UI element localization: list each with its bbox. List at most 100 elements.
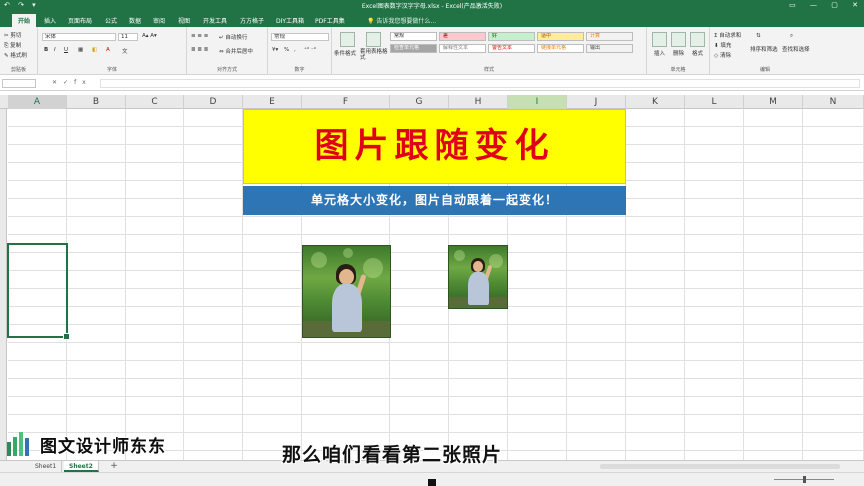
find-select-label[interactable]: 查找和选择 — [782, 45, 810, 53]
fill-color-icon[interactable]: ◧ — [92, 47, 97, 53]
banner-title[interactable]: 图片跟随变化 — [243, 109, 626, 184]
tab-view[interactable]: 视图 — [178, 16, 190, 25]
tell-me-label: 告诉我您想要做什么... — [376, 18, 437, 25]
minimize-button[interactable]: — — [810, 1, 817, 9]
currency-icon[interactable]: ¥▾ — [272, 47, 278, 53]
column-header-e[interactable]: E — [243, 95, 302, 109]
delete-cells-icon[interactable] — [671, 32, 686, 47]
tab-diy-toolbox[interactable]: DIY工具箱 — [276, 16, 304, 25]
grow-font-icon[interactable]: A▴ A▾ — [142, 33, 157, 39]
cell-style-option[interactable]: 输出 — [586, 44, 633, 53]
column-header-n[interactable]: N — [803, 95, 864, 109]
insert-cells-icon[interactable] — [652, 32, 667, 47]
comma-button[interactable]: , — [294, 47, 296, 53]
autosum-button[interactable]: Σ 自动求和 — [714, 31, 741, 39]
photo-large[interactable] — [302, 245, 391, 338]
align-top-icon[interactable]: ≡ ≡ ≡ — [191, 33, 208, 39]
italic-button[interactable]: I — [54, 47, 56, 53]
cell-style-option[interactable]: 警告文本 — [488, 44, 535, 53]
insert-cells-label[interactable]: 插入 — [654, 49, 665, 57]
cancel-icon[interactable]: ✕ — [52, 79, 63, 86]
font-name-select[interactable]: 宋体 — [42, 33, 116, 41]
column-header-j[interactable]: J — [567, 95, 626, 109]
formula-input[interactable] — [100, 79, 860, 88]
merge-center-button[interactable]: ⇔ 合并后居中 — [219, 47, 253, 55]
find-select-icon[interactable]: ⌕ — [790, 33, 793, 40]
column-header-b[interactable]: B — [67, 95, 126, 109]
format-as-table-icon[interactable] — [366, 32, 381, 47]
enter-icon[interactable]: ✓ — [63, 79, 74, 86]
format-cells-icon[interactable] — [690, 32, 705, 47]
cell-style-option[interactable]: 检查单元格 — [390, 44, 437, 53]
percent-button[interactable]: % — [284, 47, 289, 53]
sheet-tab-sheet2[interactable]: Sheet2 — [64, 461, 99, 472]
cell-style-option[interactable]: 适中 — [537, 32, 584, 41]
align-left-icon[interactable]: ≣ ≣ ≣ — [191, 47, 208, 53]
horizontal-scrollbar[interactable] — [600, 464, 840, 469]
sort-filter-icon[interactable]: ⇅ — [756, 33, 761, 39]
format-as-table-label[interactable]: 套用表格格式 — [360, 49, 388, 61]
format-cells-label[interactable]: 格式 — [692, 49, 703, 57]
column-header-d[interactable]: D — [184, 95, 243, 109]
phonetic-icon[interactable]: 文 — [122, 47, 128, 55]
wrap-text-button[interactable]: ↵ 自动换行 — [219, 33, 247, 41]
banner-subtitle[interactable]: 单元格大小变化，图片自动跟着一起变化！ — [243, 186, 626, 215]
cell-style-option[interactable]: 常规 — [390, 32, 437, 41]
column-header-m[interactable]: M — [744, 95, 803, 109]
clear-button[interactable]: ◇ 清除 — [714, 51, 731, 59]
active-cell-selection[interactable] — [7, 243, 70, 340]
conditional-format-icon[interactable] — [340, 32, 355, 47]
tab-fangfange[interactable]: 方方格子 — [240, 16, 264, 25]
column-header-c[interactable]: C — [126, 95, 184, 109]
column-header-h[interactable]: H — [449, 95, 508, 109]
column-header-a[interactable]: A — [8, 95, 67, 109]
tab-pdf-tools[interactable]: PDF工具集 — [315, 16, 345, 25]
tab-page-layout[interactable]: 页面布局 — [68, 16, 92, 25]
number-format-select[interactable]: 常规 — [271, 33, 329, 41]
ribbon-display-icon[interactable]: ▭ — [789, 1, 796, 9]
bold-button[interactable]: B — [44, 47, 48, 53]
delete-cells-label[interactable]: 删除 — [673, 49, 684, 57]
font-color-icon[interactable]: A — [106, 47, 110, 53]
decimal-icon[interactable]: ⁺⁰ ⁻⁰ — [304, 47, 316, 53]
name-box[interactable] — [2, 79, 36, 88]
title-bar: ↶ ↷ ▾ Excel图表数字汉字字母.xlsx - Excel(产品激活失败)… — [0, 0, 864, 13]
alignment-group: ≡ ≡ ≡ ≣ ≣ ≣ ↵ 自动换行 ⇔ 合并后居中 对齐方式 — [187, 27, 268, 75]
underline-button[interactable]: U — [64, 47, 68, 53]
maximize-button[interactable]: ▢ — [831, 1, 838, 9]
add-sheet-button[interactable]: + — [108, 461, 120, 472]
sheet-tab-sheet1[interactable]: Sheet1 — [30, 461, 63, 472]
zoom-slider-knob[interactable] — [803, 476, 806, 483]
column-header-l[interactable]: L — [685, 95, 744, 109]
tab-insert[interactable]: 插入 — [44, 16, 56, 25]
column-header-g[interactable]: G — [390, 95, 449, 109]
tab-review[interactable]: 审阅 — [153, 16, 165, 25]
watermark-logo-icon — [7, 432, 29, 456]
column-header-k[interactable]: K — [626, 95, 685, 109]
tab-formulas[interactable]: 公式 — [105, 16, 117, 25]
tab-home[interactable]: 开始 — [12, 14, 37, 27]
cell-style-option[interactable]: 解释性文本 — [439, 44, 486, 53]
cell-style-option[interactable]: 计算 — [586, 32, 633, 41]
copy-button[interactable]: ⎘ 复制 — [4, 41, 21, 50]
border-icon[interactable]: ▦ — [78, 47, 83, 53]
column-header-f[interactable]: F — [302, 95, 390, 109]
tab-developer[interactable]: 开发工具 — [203, 16, 227, 25]
cell-style-option[interactable]: 差 — [439, 32, 486, 41]
cell-style-option[interactable]: 链接单元格 — [537, 44, 584, 53]
insert-function-icon[interactable]: fx — [74, 79, 92, 86]
cell-style-option[interactable]: 好 — [488, 32, 535, 41]
tab-data[interactable]: 数据 — [129, 16, 141, 25]
format-painter-button[interactable]: ✎ 格式刷 — [4, 51, 27, 59]
photo-small[interactable] — [448, 245, 508, 309]
brush-icon: ✎ — [4, 53, 9, 59]
close-button[interactable]: ✕ — [852, 1, 858, 9]
column-header-i[interactable]: I — [508, 95, 567, 109]
tell-me-search[interactable]: 💡 告诉我您想要做什么... — [367, 16, 436, 25]
status-marker — [428, 479, 436, 486]
sort-filter-label[interactable]: 排序和筛选 — [750, 45, 778, 53]
font-size-select[interactable]: 11 — [118, 33, 138, 41]
conditional-format-label[interactable]: 条件格式 — [334, 49, 356, 57]
cut-button[interactable]: ✂ 剪切 — [4, 31, 21, 39]
fill-button[interactable]: ⬇ 填充 — [714, 41, 731, 49]
